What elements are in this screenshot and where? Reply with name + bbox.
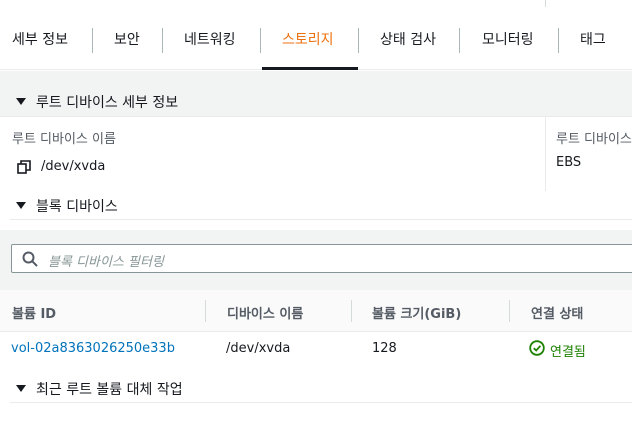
tab-storage[interactable]: 스토리지 [282, 10, 334, 70]
block-devices-section-toggle[interactable]: 블록 디바이스 [0, 192, 632, 218]
tab-separator [92, 28, 93, 53]
section-divider [10, 402, 632, 403]
root-device-panel: 루트 디바이스 이름 /dev/xvda 루트 디바이스 EBS [0, 116, 632, 191]
device-name-cell: /dev/xvda [226, 341, 291, 356]
column-resizer[interactable] [509, 300, 510, 322]
column-divider [545, 117, 546, 191]
top-strip [0, 0, 632, 8]
root-device-name-value: /dev/xvda [41, 159, 106, 174]
tab-status-checks[interactable]: 상태 검사 [380, 10, 436, 70]
active-tab-indicator [262, 67, 358, 70]
section-divider [10, 219, 632, 220]
tab-separator [162, 28, 163, 53]
copy-icon[interactable] [17, 160, 31, 174]
tab-tags[interactable]: 태그 [580, 10, 606, 70]
column-resizer[interactable] [351, 300, 352, 322]
caret-down-icon [16, 98, 26, 105]
volume-id-link[interactable]: vol-02a8363026250e33b [11, 341, 175, 356]
tab-separator [260, 28, 261, 53]
root-device-type-value: EBS [556, 155, 582, 170]
tab-networking[interactable]: 네트워킹 [184, 10, 236, 70]
tab-monitoring[interactable]: 모니터링 [482, 10, 534, 70]
filter-bar: 블록 디바이스 필터링 [0, 230, 632, 290]
table-header: 볼륨 ID 디바이스 이름 볼륨 크기(GiB) 연결 상태 [0, 290, 632, 332]
tab-security[interactable]: 보안 [114, 10, 140, 70]
root-device-name-label: 루트 디바이스 이름 [12, 132, 116, 147]
replacement-section-toggle[interactable]: 최근 루트 볼륨 대체 작업 [0, 375, 632, 401]
search-placeholder: 블록 디바이스 필터링 [48, 255, 164, 270]
column-header-attachment-status[interactable]: 연결 상태 [531, 303, 583, 322]
replacement-section-title: 최근 루트 볼륨 대체 작업 [36, 382, 183, 398]
search-icon [22, 251, 38, 267]
tab-separator [358, 28, 359, 53]
tab-details[interactable]: 세부 정보 [12, 10, 68, 70]
caret-down-icon [16, 385, 26, 392]
block-devices-section-title: 블록 디바이스 [36, 199, 118, 215]
root-device-type-label: 루트 디바이스 [556, 132, 632, 147]
column-resizer[interactable] [205, 300, 206, 322]
root-device-section-toggle[interactable]: 루트 디바이스 세부 정보 [0, 88, 632, 112]
caret-down-icon [16, 202, 26, 209]
column-header-volume-id[interactable]: 볼륨 ID [12, 303, 56, 322]
attachment-status-text: 연결됨 [550, 345, 586, 360]
column-header-volume-size[interactable]: 볼륨 크기(GiB) [372, 303, 461, 322]
tab-separator [558, 28, 559, 53]
block-device-filter-input[interactable]: 블록 디바이스 필터링 [11, 244, 632, 273]
column-header-device-name[interactable]: 디바이스 이름 [227, 303, 303, 322]
root-device-section-title: 루트 디바이스 세부 정보 [36, 95, 179, 111]
check-circle-icon [529, 340, 545, 356]
tab-bar: 세부 정보 보안 네트워킹 스토리지 상태 검사 모니터링 태그 [0, 10, 632, 70]
volume-size-cell: 128 [372, 341, 397, 356]
top-divider [545, 0, 546, 7]
tab-separator [459, 28, 460, 53]
